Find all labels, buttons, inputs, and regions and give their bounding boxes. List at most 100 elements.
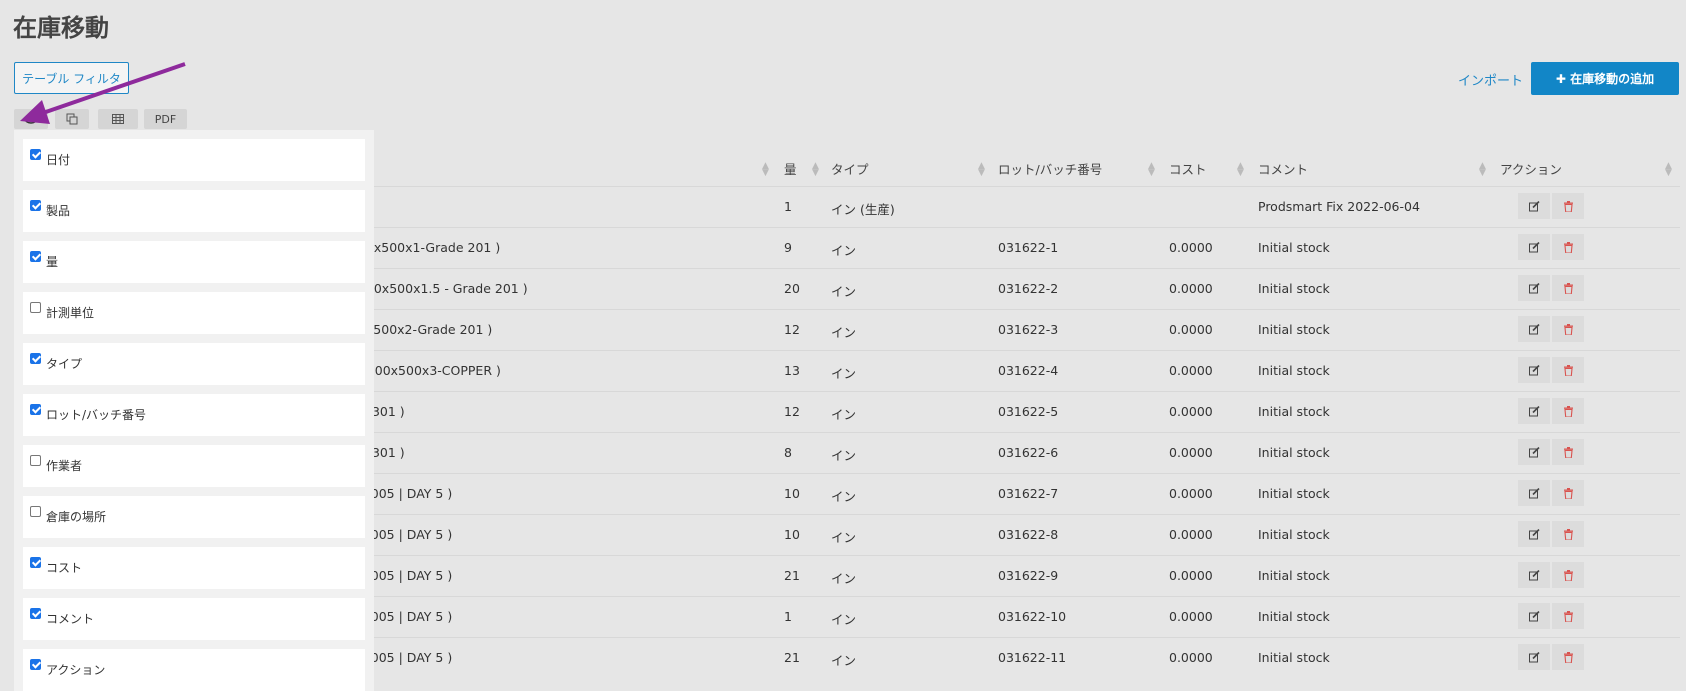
edit-icon xyxy=(1528,610,1540,621)
lot-column-header[interactable]: ロット/バッチ番号 xyxy=(998,158,1102,188)
action-column-header[interactable]: アクション xyxy=(1500,158,1562,188)
edit-icon xyxy=(1528,405,1540,416)
copy-button[interactable] xyxy=(55,109,89,129)
edit-button[interactable] xyxy=(1518,275,1550,301)
qty-cell: 21 xyxy=(784,568,800,583)
sort-icon: ▲ ▼ xyxy=(978,161,985,178)
column-option[interactable]: 日付 xyxy=(23,139,365,181)
import-link[interactable]: インポート xyxy=(1458,70,1523,89)
trash-icon xyxy=(1563,364,1573,376)
delete-button[interactable] xyxy=(1552,480,1584,506)
delete-button[interactable] xyxy=(1552,234,1584,260)
column-option[interactable]: 倉庫の場所 xyxy=(23,496,365,538)
qty-column-header[interactable]: 量 xyxy=(784,158,797,188)
column-option-label: 倉庫の場所 xyxy=(46,510,107,524)
cost-column-header[interactable]: コスト xyxy=(1169,158,1207,188)
edit-button[interactable] xyxy=(1518,357,1550,383)
edit-icon xyxy=(1528,323,1540,334)
column-checkbox[interactable] xyxy=(30,506,41,517)
edit-button[interactable] xyxy=(1518,398,1550,424)
column-checkbox[interactable] xyxy=(30,200,41,211)
column-visibility-button[interactable] xyxy=(14,109,48,129)
comment-cell: Initial stock xyxy=(1258,568,1330,583)
table-row: 5 ( 005 | DAY 5 ) 10 イン 031622-7 0.0000 Initi… xyxy=(350,473,1680,515)
edit-button[interactable] xyxy=(1518,521,1550,547)
table-filter-button[interactable]: テーブル フィルタ xyxy=(14,62,129,94)
lot-cell: 031622-5 xyxy=(998,404,1059,419)
qty-cell: 10 xyxy=(784,527,800,542)
pdf-export-button[interactable]: PDF xyxy=(144,109,187,129)
delete-button[interactable] xyxy=(1552,357,1584,383)
comment-cell: Prodsmart Fix 2022-06-04 xyxy=(1258,199,1420,214)
column-option[interactable]: ロット/バッチ番号 xyxy=(23,394,365,436)
trash-icon xyxy=(1563,446,1573,458)
edit-icon xyxy=(1528,569,1540,580)
column-option[interactable]: コスト xyxy=(23,547,365,589)
table-row: 5 ( 005 | DAY 5 ) 1 イン 031622-10 0.0000 Initi… xyxy=(350,596,1680,638)
type-cell: イン xyxy=(831,571,857,586)
column-checkbox[interactable] xyxy=(30,302,41,313)
delete-button[interactable] xyxy=(1552,521,1584,547)
comment-column-header[interactable]: コメント xyxy=(1258,158,1308,188)
delete-button[interactable] xyxy=(1552,562,1584,588)
edit-icon xyxy=(1528,528,1540,539)
edit-button[interactable] xyxy=(1518,193,1550,219)
column-checkbox[interactable] xyxy=(30,353,41,364)
delete-button[interactable] xyxy=(1552,439,1584,465)
column-option-label: 製品 xyxy=(46,204,71,218)
edit-button[interactable] xyxy=(1518,562,1550,588)
edit-button[interactable] xyxy=(1518,316,1550,342)
column-option[interactable]: アクション xyxy=(23,649,365,691)
column-checkbox[interactable] xyxy=(30,251,41,262)
delete-button[interactable] xyxy=(1552,603,1584,629)
qty-cell: 21 xyxy=(784,650,800,665)
column-checkbox[interactable] xyxy=(30,149,41,160)
comment-cell: Initial stock xyxy=(1258,281,1330,296)
column-option[interactable]: 計測単位 xyxy=(23,292,365,334)
type-cell: イン xyxy=(831,653,857,668)
lot-cell: 031622-8 xyxy=(998,527,1059,542)
column-option[interactable]: 製品 xyxy=(23,190,365,232)
eye-icon xyxy=(24,114,38,124)
column-option-label: 作業者 xyxy=(46,459,83,473)
table-row: ( 1000x500x3-COPPER ) 13 イン 031622-4 0.0000 I… xyxy=(350,350,1680,392)
csv-export-button[interactable] xyxy=(98,109,138,129)
delete-button[interactable] xyxy=(1552,644,1584,670)
column-option[interactable]: コメント xyxy=(23,598,365,640)
edit-button[interactable] xyxy=(1518,234,1550,260)
lot-cell: 031622-1 xyxy=(998,240,1059,255)
column-option[interactable]: タイプ xyxy=(23,343,365,385)
product-column-header[interactable]: ▲ ▼ xyxy=(350,158,775,188)
column-option[interactable]: 量 xyxy=(23,241,365,283)
table-icon xyxy=(112,114,124,124)
column-checkbox[interactable] xyxy=(30,557,41,568)
edit-button[interactable] xyxy=(1518,644,1550,670)
cost-cell: 0.0000 xyxy=(1169,281,1213,296)
column-option[interactable]: 作業者 xyxy=(23,445,365,487)
column-checkbox[interactable] xyxy=(30,404,41,415)
type-column-header[interactable]: タイプ xyxy=(831,158,869,188)
edit-button[interactable] xyxy=(1518,603,1550,629)
edit-button[interactable] xyxy=(1518,480,1550,506)
add-stock-movement-button[interactable]: ✚ 在庫移動の追加 xyxy=(1531,62,1679,95)
type-cell: イン xyxy=(831,243,857,258)
delete-button[interactable] xyxy=(1552,398,1584,424)
comment-cell: Initial stock xyxy=(1258,322,1330,337)
table-row: 5 ( 005 | DAY 5 ) 10 イン 031622-8 0.0000 Initi… xyxy=(350,514,1680,556)
comment-cell: Initial stock xyxy=(1258,363,1330,378)
delete-button[interactable] xyxy=(1552,193,1584,219)
column-option-label: コスト xyxy=(46,561,83,575)
column-option-label: ロット/バッチ番号 xyxy=(46,408,147,422)
lot-cell: 031622-3 xyxy=(998,322,1059,337)
column-checkbox[interactable] xyxy=(30,455,41,466)
column-option-label: アクション xyxy=(46,663,106,677)
edit-button[interactable] xyxy=(1518,439,1550,465)
column-checkbox[interactable] xyxy=(30,659,41,670)
trash-icon xyxy=(1563,282,1573,294)
cost-cell: 0.0000 xyxy=(1169,404,1213,419)
delete-button[interactable] xyxy=(1552,316,1584,342)
trash-icon xyxy=(1563,487,1573,499)
delete-button[interactable] xyxy=(1552,275,1584,301)
column-checkbox[interactable] xyxy=(30,608,41,619)
trash-icon xyxy=(1563,610,1573,622)
